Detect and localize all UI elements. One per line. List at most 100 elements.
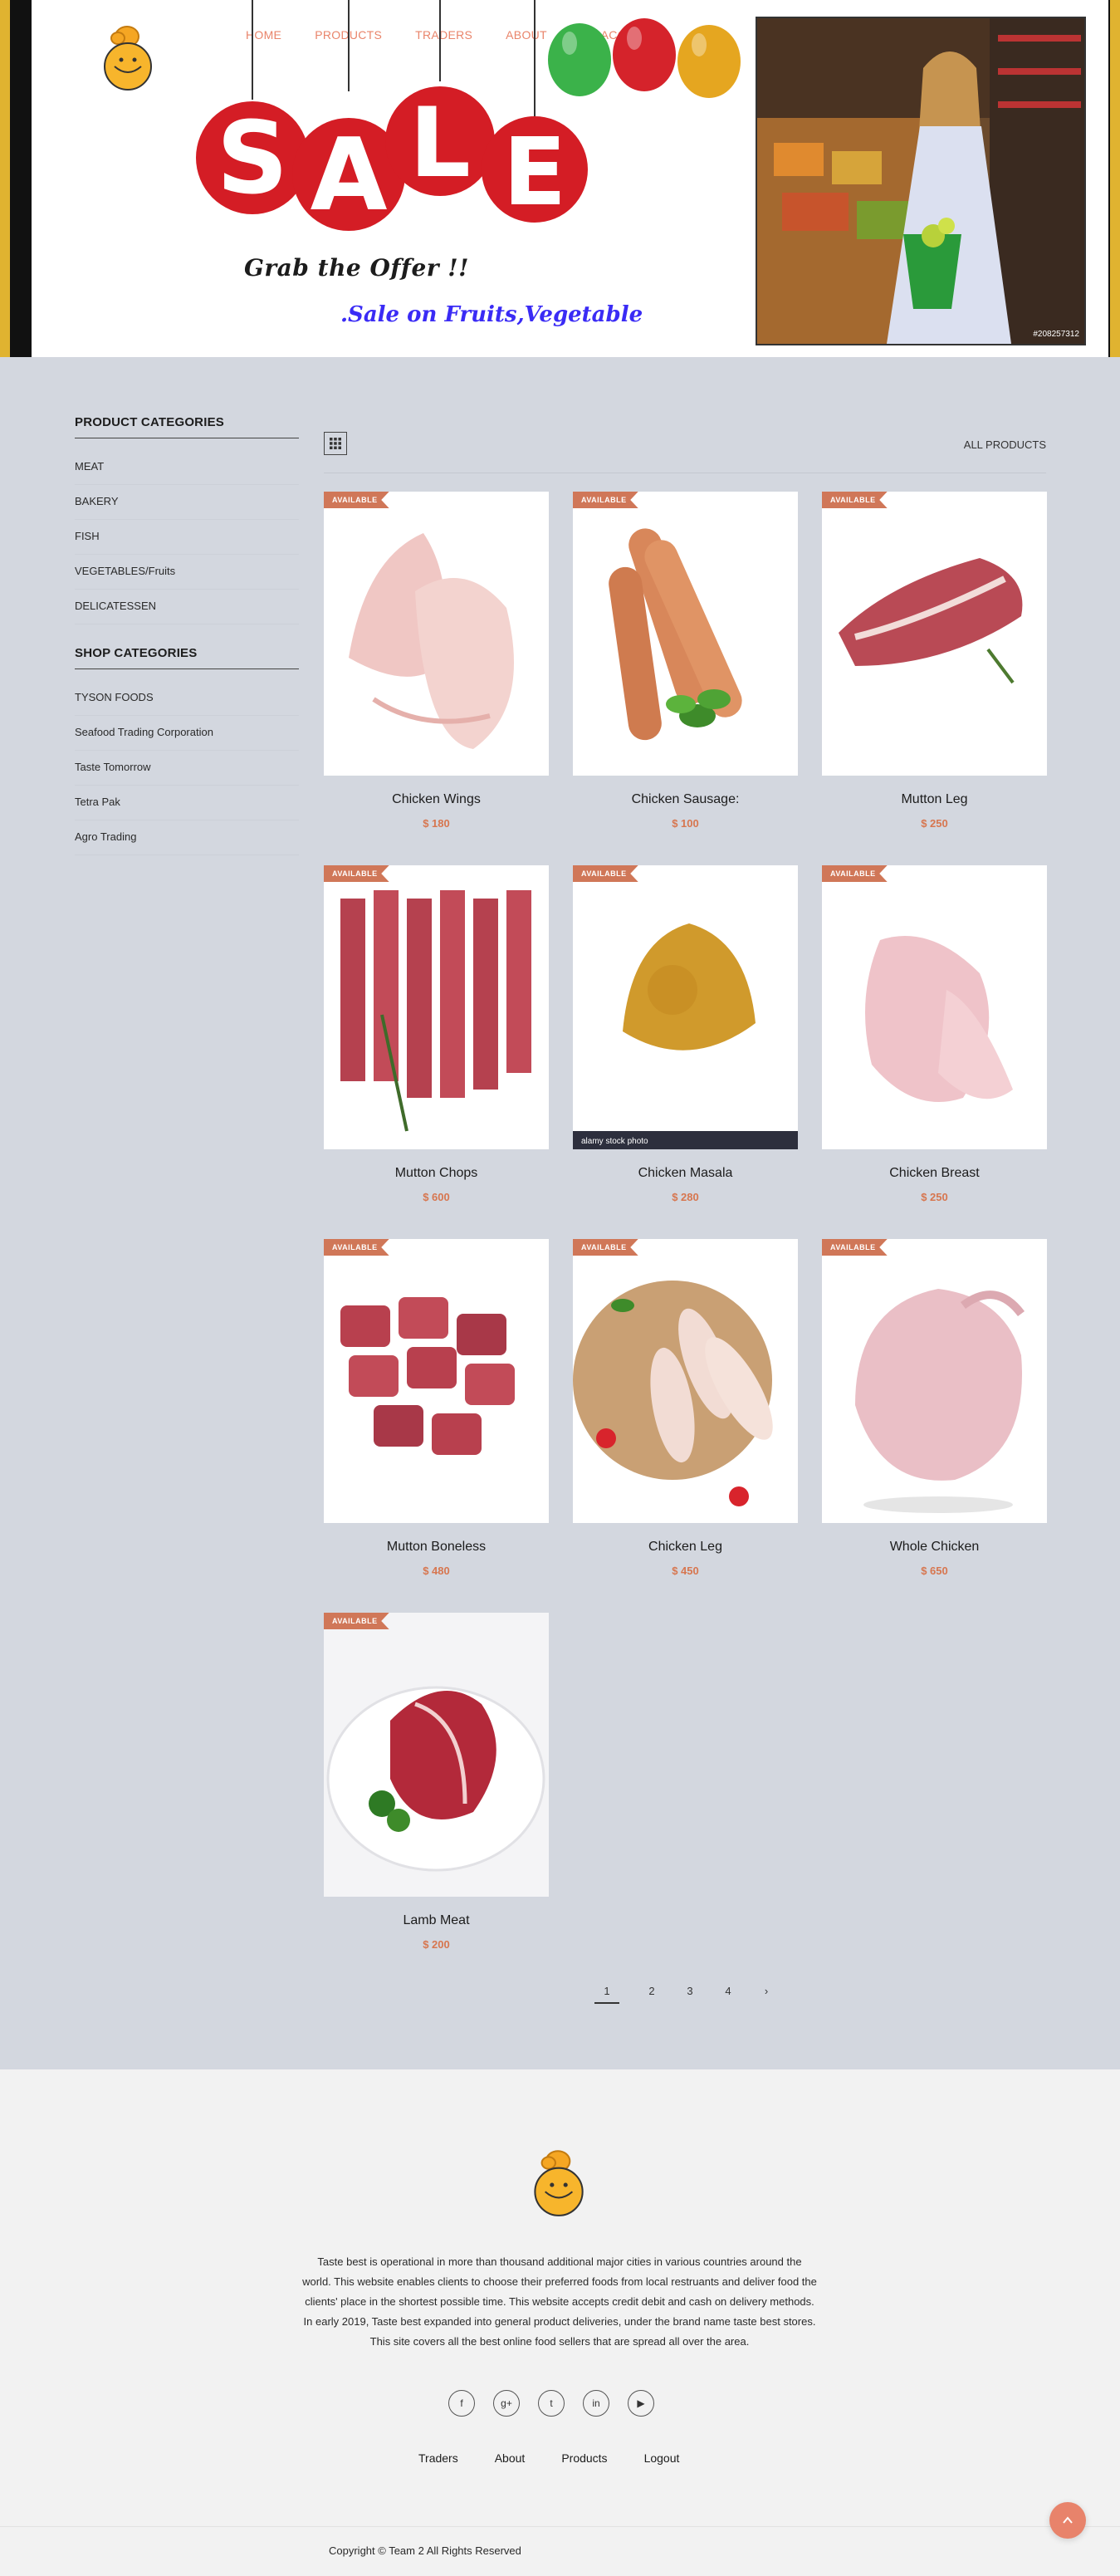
availability-badge: AVAILABLE bbox=[324, 492, 389, 508]
product-image[interactable]: AVAILABLE bbox=[573, 492, 798, 776]
sale-subtitle: .Sale on Fruits,Vegetable bbox=[340, 302, 643, 327]
pagination: 1 2 3 4 › bbox=[594, 1985, 785, 2004]
product-card[interactable]: AVAILABLE Mutton Leg $ 250 bbox=[822, 492, 1047, 857]
product-image[interactable]: AVAILABLE bbox=[822, 865, 1047, 1149]
shop-item-seafood[interactable]: Seafood Trading Corporation bbox=[75, 716, 299, 751]
tumblr-icon[interactable]: t bbox=[538, 2390, 565, 2417]
product-image[interactable]: AVAILABLE bbox=[324, 1239, 549, 1523]
product-image[interactable]: AVAILABLE bbox=[822, 1239, 1047, 1523]
stock-photo-label: alamy stock photo bbox=[581, 1137, 648, 1146]
product-card[interactable]: AVAILABLE Chicken Wings $ 180 bbox=[324, 492, 549, 857]
page-link-1[interactable]: 1 bbox=[594, 1985, 619, 2004]
product-image[interactable]: AVAILABLE bbox=[573, 1239, 798, 1523]
next-page-icon[interactable]: › bbox=[747, 1985, 785, 2004]
footer-link-products[interactable]: Products bbox=[561, 2451, 607, 2465]
footer-divider bbox=[0, 2526, 1120, 2527]
product-price: $ 450 bbox=[672, 1565, 699, 1577]
product-image[interactable]: AVAILABLE bbox=[324, 1613, 549, 1897]
product-price: $ 180 bbox=[423, 817, 450, 830]
footer-description: Taste best is operational in more than t… bbox=[302, 2255, 817, 2348]
product-price: $ 280 bbox=[672, 1191, 699, 1203]
shop-item-tyson[interactable]: TYSON FOODS bbox=[75, 681, 299, 716]
product-name[interactable]: Chicken Sausage: bbox=[573, 792, 798, 807]
product-name[interactable]: Chicken Breast bbox=[822, 1166, 1047, 1181]
grid-view-icon[interactable] bbox=[324, 432, 347, 455]
availability-badge: AVAILABLE bbox=[822, 865, 888, 882]
product-price: $ 480 bbox=[423, 1565, 450, 1577]
hero-frame: HOME PRODUCTS TRADERS ABOUT MY ACCOUNT bbox=[10, 0, 1110, 357]
category-item-delicatessen[interactable]: DELICATESSEN bbox=[75, 590, 299, 624]
product-name[interactable]: Mutton Leg bbox=[822, 792, 1047, 807]
all-products-link[interactable]: ALL PRODUCTS bbox=[964, 438, 1046, 451]
page-link-3[interactable]: 3 bbox=[671, 1985, 709, 2004]
product-card[interactable]: AVAILABLE Lamb Meat $ 200 bbox=[324, 1613, 549, 1978]
product-name[interactable]: Chicken Leg bbox=[573, 1540, 798, 1555]
product-card[interactable]: alamy stock photo AVAILABLE Chicken Masa… bbox=[573, 865, 798, 1231]
shop-categories-heading: SHOP CATEGORIES bbox=[75, 646, 299, 669]
chevron-up-icon bbox=[1063, 2516, 1073, 2524]
shop-item-tetra-pak[interactable]: Tetra Pak bbox=[75, 786, 299, 820]
product-image[interactable]: AVAILABLE bbox=[822, 492, 1047, 776]
product-image[interactable]: AVAILABLE bbox=[324, 865, 549, 1149]
youtube-icon[interactable]: ▶ bbox=[628, 2390, 654, 2417]
sale-letter-a: A bbox=[311, 118, 388, 233]
availability-badge: AVAILABLE bbox=[324, 1613, 389, 1629]
product-listing: ALL PRODUCTS AVAILABLE Chicken Wings $ 1… bbox=[324, 415, 1047, 2004]
availability-badge: AVAILABLE bbox=[573, 1239, 638, 1256]
back-to-top-button[interactable] bbox=[1049, 2502, 1086, 2539]
page-link-2[interactable]: 2 bbox=[633, 1985, 671, 2004]
product-image[interactable]: alamy stock photo AVAILABLE bbox=[573, 865, 798, 1149]
footer-logo[interactable] bbox=[528, 2143, 588, 2219]
shop-item-taste-tomorrow[interactable]: Taste Tomorrow bbox=[75, 751, 299, 786]
sidebar: PRODUCT CATEGORIES MEAT BAKERY FISH VEGE… bbox=[75, 415, 299, 877]
photo-id-text: #208257312 bbox=[1033, 330, 1079, 339]
product-card[interactable]: AVAILABLE Chicken Leg $ 450 bbox=[573, 1239, 798, 1604]
category-item-bakery[interactable]: BAKERY bbox=[75, 485, 299, 520]
product-name[interactable]: Chicken Masala bbox=[573, 1166, 798, 1181]
category-item-vegetables[interactable]: VEGETABLES/Fruits bbox=[75, 555, 299, 590]
availability-badge: AVAILABLE bbox=[573, 492, 638, 508]
product-card[interactable]: AVAILABLE Chicken Sausage: $ 100 bbox=[573, 492, 798, 857]
product-categories-heading: PRODUCT CATEGORIES bbox=[75, 415, 299, 438]
product-price: $ 200 bbox=[423, 1938, 450, 1951]
product-image[interactable]: AVAILABLE bbox=[324, 492, 549, 776]
category-item-meat[interactable]: MEAT bbox=[75, 450, 299, 485]
sale-letter-l: L bbox=[409, 87, 471, 199]
balloons-graphic bbox=[548, 18, 741, 98]
footer-link-logout[interactable]: Logout bbox=[644, 2451, 680, 2465]
product-price: $ 600 bbox=[423, 1191, 450, 1203]
availability-badge: AVAILABLE bbox=[573, 865, 638, 882]
social-links: f g+ t in ▶ bbox=[448, 2390, 654, 2417]
product-card[interactable]: AVAILABLE Mutton Boneless $ 480 bbox=[324, 1239, 549, 1604]
footer-link-about[interactable]: About bbox=[495, 2451, 526, 2465]
product-price: $ 250 bbox=[921, 1191, 948, 1203]
listing-toolbar: ALL PRODUCTS bbox=[324, 415, 1046, 473]
grab-offer-text: Grab the Offer !! bbox=[244, 254, 469, 282]
hero-canvas: HOME PRODUCTS TRADERS ABOUT MY ACCOUNT bbox=[32, 0, 1108, 357]
product-name[interactable]: Whole Chicken bbox=[822, 1540, 1047, 1555]
product-name[interactable]: Mutton Boneless bbox=[324, 1540, 549, 1555]
google-plus-icon[interactable]: g+ bbox=[493, 2390, 520, 2417]
availability-badge: AVAILABLE bbox=[822, 1239, 888, 1256]
product-price: $ 650 bbox=[921, 1565, 948, 1577]
shop-item-agro[interactable]: Agro Trading bbox=[75, 820, 299, 855]
sale-letter-s: S bbox=[217, 101, 288, 217]
product-card[interactable]: AVAILABLE Mutton Chops $ 600 bbox=[324, 865, 549, 1231]
hero-banner: HOME PRODUCTS TRADERS ABOUT MY ACCOUNT bbox=[0, 0, 1120, 357]
product-price: $ 100 bbox=[672, 817, 699, 830]
product-card[interactable]: AVAILABLE Whole Chicken $ 650 bbox=[822, 1239, 1047, 1604]
product-name[interactable]: Mutton Chops bbox=[324, 1166, 549, 1181]
availability-badge: AVAILABLE bbox=[822, 492, 888, 508]
product-name[interactable]: Lamb Meat bbox=[324, 1913, 549, 1928]
hero-shopper-photo: #208257312 bbox=[756, 17, 1086, 345]
linkedin-icon[interactable]: in bbox=[583, 2390, 609, 2417]
footer-link-traders[interactable]: Traders bbox=[418, 2451, 458, 2465]
availability-badge: AVAILABLE bbox=[324, 1239, 389, 1256]
product-card[interactable]: AVAILABLE Chicken Breast $ 250 bbox=[822, 865, 1047, 1231]
sale-letter-e: E bbox=[503, 119, 567, 227]
site-logo[interactable] bbox=[98, 18, 156, 93]
category-item-fish[interactable]: FISH bbox=[75, 520, 299, 555]
product-name[interactable]: Chicken Wings bbox=[324, 792, 549, 807]
page-link-4[interactable]: 4 bbox=[709, 1985, 747, 2004]
facebook-icon[interactable]: f bbox=[448, 2390, 475, 2417]
